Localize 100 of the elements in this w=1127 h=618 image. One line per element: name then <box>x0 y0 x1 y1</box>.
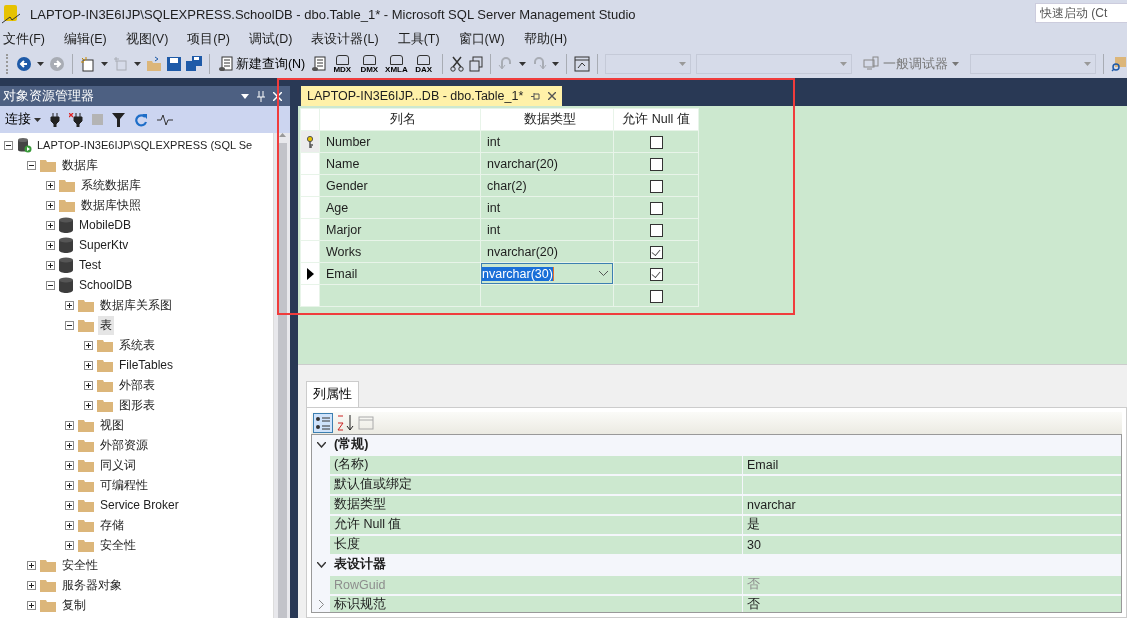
menu-item[interactable]: 窗口(W) <box>455 30 511 48</box>
expander-icon[interactable] <box>46 240 55 250</box>
close-icon[interactable] <box>548 92 557 100</box>
save-icon[interactable] <box>166 57 181 71</box>
checkbox[interactable] <box>649 223 663 237</box>
checkbox[interactable] <box>649 245 663 259</box>
expander-icon[interactable] <box>65 440 74 450</box>
expander-icon[interactable] <box>65 480 74 490</box>
query-type-button[interactable]: DAX <box>412 54 435 74</box>
query-type-button[interactable]: XMLA <box>385 54 408 74</box>
tree-item[interactable]: 可编程性 <box>98 475 150 495</box>
tree-item[interactable]: SuperKtv <box>77 237 131 253</box>
expander-icon[interactable] <box>84 380 93 390</box>
tree-item[interactable]: 数据库快照 <box>79 195 143 215</box>
menu-item[interactable]: 视图(V) <box>122 30 175 48</box>
expander-icon[interactable] <box>65 500 74 510</box>
refresh-icon[interactable] <box>134 112 148 127</box>
back-icon[interactable] <box>15 56 32 72</box>
tree-item[interactable]: 复制 <box>60 595 88 615</box>
checkbox[interactable] <box>649 267 663 281</box>
connect-button[interactable]: 连接 <box>5 111 41 128</box>
expander-icon[interactable] <box>84 340 93 350</box>
property-value[interactable]: 30 <box>743 535 1121 554</box>
plug-icon[interactable] <box>50 112 60 127</box>
scissors-icon[interactable] <box>449 56 464 72</box>
chevron-icon[interactable] <box>316 561 326 568</box>
tree-item[interactable]: 系统表 <box>117 335 157 355</box>
expander-icon[interactable] <box>65 460 74 470</box>
expander-icon[interactable] <box>46 220 55 230</box>
menu-item[interactable]: 工具(T) <box>394 30 446 48</box>
tree-item[interactable]: LAPTOP-IN3E6IJP\SQLEXPRESS (SQL Se <box>35 138 255 152</box>
categorized-icon[interactable] <box>313 413 333 433</box>
expander-icon[interactable] <box>27 580 36 590</box>
property-value[interactable]: 是 <box>743 515 1121 534</box>
query-type-button[interactable]: DMX <box>358 54 381 74</box>
property-value[interactable]: Email <box>743 455 1121 474</box>
tree-item[interactable]: 数据库关系图 <box>98 295 174 315</box>
type-dropdown[interactable]: nvarchar(30) <box>481 263 613 284</box>
chevron-icon[interactable] <box>316 441 326 448</box>
property-value-field[interactable] <box>743 475 1121 494</box>
menu-item[interactable]: 调试(D) <box>246 30 299 48</box>
tree-item[interactable]: 安全性 <box>98 535 138 555</box>
tree-item[interactable]: FileTables <box>117 357 176 373</box>
expander-icon[interactable] <box>46 180 55 190</box>
expander-icon[interactable] <box>46 280 55 290</box>
tree-item[interactable]: 存储 <box>98 515 126 535</box>
expander-icon[interactable] <box>27 560 36 570</box>
expander-icon[interactable] <box>27 600 36 610</box>
property-value[interactable]: 否 <box>743 595 1121 612</box>
expander-icon[interactable] <box>84 360 93 370</box>
checkbox[interactable] <box>649 201 663 215</box>
tree-item[interactable]: 同义词 <box>98 455 138 475</box>
chevron-right-icon[interactable] <box>318 600 324 609</box>
expander-icon[interactable] <box>65 420 74 430</box>
tree-item[interactable]: 安全性 <box>60 555 100 575</box>
disconnect-icon[interactable] <box>69 112 83 127</box>
row-header[interactable] <box>300 262 320 285</box>
save-all-icon[interactable] <box>185 56 202 72</box>
tree-item[interactable]: 图形表 <box>117 395 157 415</box>
expander-icon[interactable] <box>46 260 55 270</box>
expander-icon[interactable] <box>65 300 74 310</box>
expander-icon[interactable] <box>27 160 36 170</box>
tree-item[interactable]: 表 <box>98 315 114 335</box>
tree-item[interactable]: MobileDB <box>77 217 134 233</box>
expander-icon[interactable] <box>65 520 74 530</box>
new-query-button[interactable]: 新建查询(N) <box>216 55 308 73</box>
tree-item[interactable]: 服务器对象 <box>60 575 124 595</box>
find-icon[interactable] <box>1111 56 1127 72</box>
expander-icon[interactable] <box>4 140 13 150</box>
tree-item[interactable]: 视图 <box>98 415 126 435</box>
activity-icon[interactable] <box>157 113 173 126</box>
menu-item[interactable]: 文件(F) <box>0 30 51 48</box>
menu-item[interactable]: 项目(P) <box>184 30 236 48</box>
tree-item[interactable]: 系统数据库 <box>79 175 143 195</box>
query-type-button[interactable]: MDX <box>331 54 354 74</box>
window-icon[interactable] <box>573 56 590 72</box>
tree-item[interactable]: Test <box>77 257 103 273</box>
quick-launch-field[interactable]: 快速启动 (Ct <box>1035 3 1127 23</box>
property-value[interactable]: nvarchar <box>743 495 1121 514</box>
expander-icon[interactable] <box>84 400 93 410</box>
dropdown-icon[interactable] <box>241 93 249 99</box>
copy-icon[interactable] <box>468 56 483 72</box>
checkbox[interactable] <box>649 289 663 303</box>
checkbox[interactable] <box>649 179 663 193</box>
tree-item[interactable]: Service Broker <box>98 497 181 513</box>
menu-item[interactable]: 表设计器(L) <box>308 30 385 48</box>
checkbox[interactable] <box>649 135 663 149</box>
properties-tab[interactable]: 列属性 <box>306 381 359 407</box>
filter-icon[interactable] <box>112 112 125 127</box>
new-project-icon[interactable] <box>79 56 96 72</box>
menu-item[interactable]: 编辑(E) <box>60 30 113 48</box>
expander-icon[interactable] <box>46 200 55 210</box>
tree-item[interactable]: 数据库 <box>60 155 100 175</box>
scrollbar-thumb[interactable] <box>277 143 287 618</box>
tree-item[interactable]: 外部资源 <box>98 435 150 455</box>
expander-icon[interactable] <box>65 320 74 330</box>
pin-icon[interactable] <box>531 91 541 101</box>
tree-item[interactable]: 外部表 <box>117 375 157 395</box>
menu-item[interactable]: 帮助(H) <box>520 30 574 48</box>
sort-alphabetical-icon[interactable] <box>336 414 354 432</box>
